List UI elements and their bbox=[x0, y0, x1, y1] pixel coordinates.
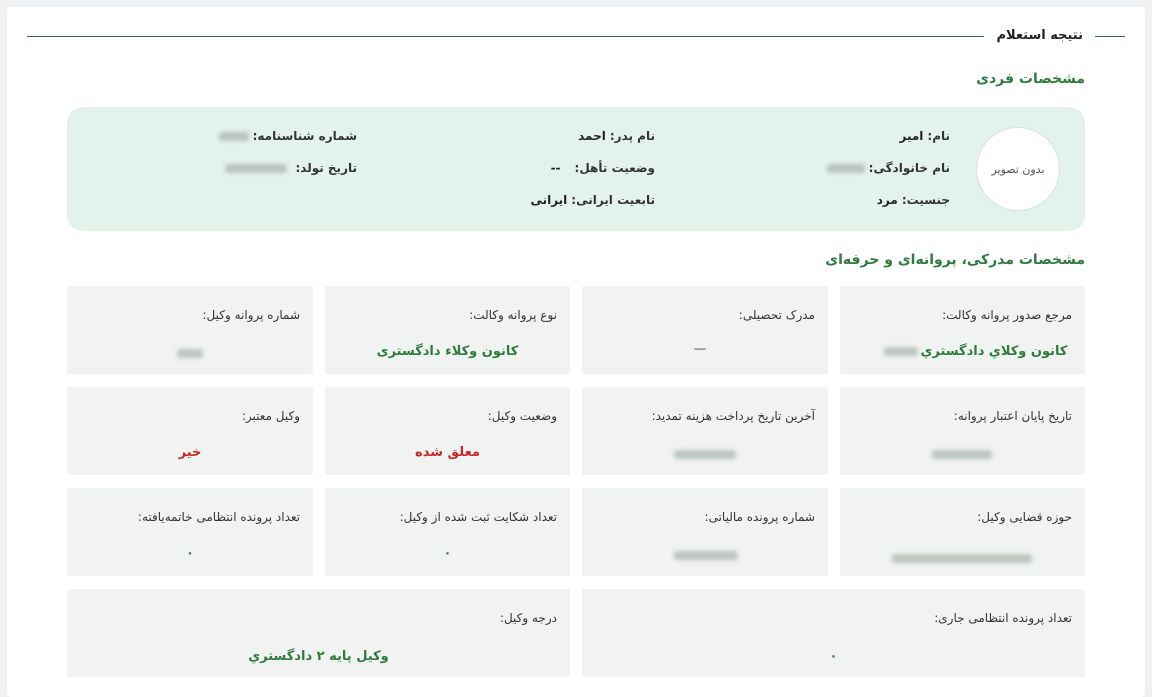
tile-complaints-count: تعداد شکایت ثبت شده از وکیل: ۰ bbox=[325, 488, 570, 576]
inquiry-result-title: نتیجه استعلام bbox=[984, 27, 1095, 45]
closed-disciplinary-label: تعداد پرونده انتظامی خاتمه‌یافته: bbox=[137, 510, 300, 524]
license-issuer-label: مرجع صدور پروانه وکالت: bbox=[942, 308, 1072, 322]
id-number-label: شماره شناسنامه: bbox=[252, 129, 357, 143]
header-divider bbox=[27, 36, 1125, 37]
field-father-name: نام پدر:احمد bbox=[578, 127, 655, 145]
marital-label: وضعیت تأهل: bbox=[574, 161, 655, 175]
license-issuer-text: کانون وكلاي دادگستري bbox=[920, 344, 1068, 359]
last-renewal-redacted bbox=[674, 450, 736, 459]
lawyer-status-label: وضعیت وکیل: bbox=[487, 409, 557, 423]
education-label: مدرک تحصیلی: bbox=[738, 308, 815, 322]
valid-lawyer-value: خیر bbox=[178, 445, 202, 460]
tile-last-renewal-payment: آخرین تاریخ پرداخت هزینه تمدید: bbox=[582, 387, 828, 475]
field-gender: جنسیت:مرد bbox=[877, 191, 950, 209]
judicial-district-label: حوزه قضایی وکیل: bbox=[977, 510, 1072, 524]
nationality-value: ایرانی bbox=[530, 193, 568, 207]
gender-value: مرد bbox=[876, 193, 898, 207]
open-disciplinary-label: تعداد پرونده انتظامی جاری: bbox=[934, 611, 1072, 625]
license-issuer-value: کانون وكلاي دادگستري bbox=[840, 344, 1085, 359]
valid-lawyer-label: وکیل معتبر: bbox=[241, 409, 300, 423]
nationality-label: تابعیت ایرانی: bbox=[571, 193, 655, 207]
field-marital: وضعیت تأهل: -- bbox=[551, 159, 655, 177]
father-label: نام پدر: bbox=[609, 129, 655, 143]
gender-label: جنسیت: bbox=[901, 193, 950, 207]
field-id-number: شماره شناسنامه: bbox=[218, 127, 357, 145]
field-nationality: تابعیت ایرانی:ایرانی bbox=[530, 191, 655, 209]
inquiry-result-header: نتیجه استعلام bbox=[27, 27, 1125, 47]
lawyer-status-value: معلق شده bbox=[415, 445, 480, 460]
lastname-label: نام خانوادگی: bbox=[868, 161, 950, 175]
name-label: نام: bbox=[927, 129, 950, 143]
education-value: — bbox=[693, 342, 707, 357]
license-expiry-label: تاریخ پایان اعتبار پروانه: bbox=[953, 409, 1072, 423]
marital-value: -- bbox=[550, 161, 561, 175]
tile-closed-disciplinary: تعداد پرونده انتظامی خاتمه‌یافته: ۰ bbox=[67, 488, 313, 576]
id-number-redacted bbox=[218, 132, 249, 141]
tile-license-expiry: تاریخ پایان اعتبار پروانه: bbox=[840, 387, 1085, 475]
tile-education: مدرک تحصیلی: — bbox=[582, 286, 828, 374]
professional-section-title: مشخصات مدرکی، پروانه‌ای و حرفه‌ای bbox=[825, 252, 1085, 268]
lawyer-grade-label: درجه وکیل: bbox=[499, 611, 557, 625]
license-type-label: نوع پروانه وکالت: bbox=[469, 308, 557, 322]
last-renewal-label: آخرین تاریخ پرداخت هزینه تمدید: bbox=[651, 409, 815, 423]
tile-tax-file-number: شماره پرونده مالیاتی: bbox=[582, 488, 828, 576]
tile-license-number: شماره پروانه وکیل: bbox=[67, 286, 313, 374]
complaints-label: تعداد شکایت ثبت شده از وکیل: bbox=[399, 510, 557, 524]
license-type-value: کانون وکلاء دادگستری bbox=[376, 344, 519, 359]
personal-section-title: مشخصات فردی bbox=[976, 71, 1085, 87]
name-value: امیر bbox=[899, 129, 924, 143]
father-value: احمد bbox=[578, 129, 606, 143]
closed-disciplinary-value: ۰ bbox=[186, 546, 194, 561]
license-issuer-redacted bbox=[883, 347, 918, 356]
tile-judicial-district: حوزه قضایی وکیل: bbox=[840, 488, 1085, 576]
field-name: نام:امیر bbox=[899, 127, 950, 145]
lastname-redacted bbox=[826, 164, 865, 173]
tile-lawyer-grade: درجه وکیل: وکیل پایه ۲ دادگستري bbox=[67, 589, 570, 677]
tile-lawyer-status: وضعیت وکیل: معلق شده bbox=[325, 387, 570, 475]
avatar-placeholder-text: بدون تصویر bbox=[991, 162, 1045, 176]
judicial-district-redacted bbox=[892, 554, 1032, 563]
inquiry-result-card: نتیجه استعلام مشخصات فردی بدون تصویر نام… bbox=[7, 7, 1145, 697]
tax-file-redacted bbox=[674, 551, 738, 560]
tile-valid-lawyer: وکیل معتبر: خیر bbox=[67, 387, 313, 475]
field-birthdate: تاریخ تولد: bbox=[225, 159, 357, 177]
license-number-redacted bbox=[177, 349, 203, 358]
tile-license-type: نوع پروانه وکالت: کانون وکلاء دادگستری bbox=[325, 286, 570, 374]
birthdate-label: تاریخ تولد: bbox=[295, 161, 357, 175]
avatar: بدون تصویر bbox=[976, 127, 1060, 211]
license-expiry-redacted bbox=[932, 450, 992, 459]
field-lastname: نام خانوادگی: bbox=[826, 159, 950, 177]
birthdate-redacted bbox=[225, 164, 288, 173]
tile-license-issuer: مرجع صدور پروانه وکالت: کانون وكلاي دادگ… bbox=[840, 286, 1085, 374]
complaints-value: ۰ bbox=[443, 546, 452, 561]
license-number-label: شماره پروانه وکیل: bbox=[202, 308, 300, 322]
tax-file-label: شماره پرونده مالیاتی: bbox=[704, 510, 815, 524]
open-disciplinary-value: ۰ bbox=[829, 649, 838, 664]
personal-info-box: بدون تصویر نام:امیر نام خانوادگی: جنسیت:… bbox=[67, 107, 1085, 231]
tile-open-disciplinary: تعداد پرونده انتظامی جاری: ۰ bbox=[582, 589, 1085, 677]
lawyer-grade-value: وکیل پایه ۲ دادگستري bbox=[248, 649, 389, 664]
